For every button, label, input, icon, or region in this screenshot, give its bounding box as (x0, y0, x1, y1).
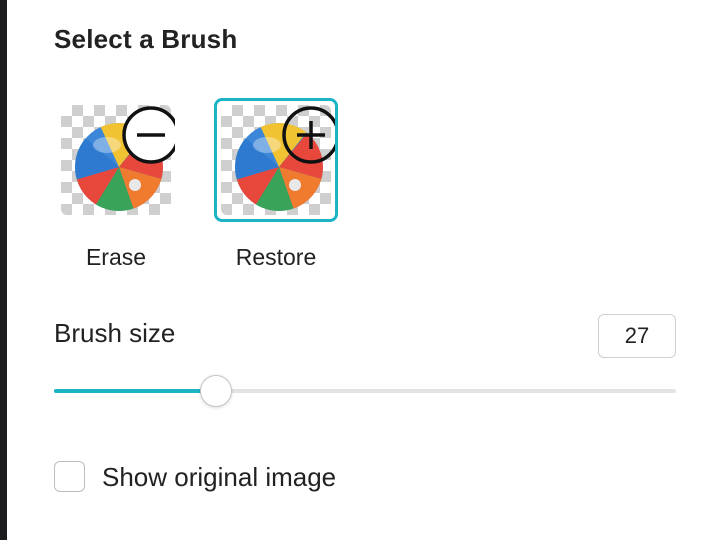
brush-size-slider[interactable] (54, 374, 676, 408)
plus-circle-icon (282, 106, 335, 164)
erase-brush-option[interactable]: Erase (48, 94, 180, 284)
restore-brush-label: Restore (235, 244, 317, 270)
brush-panel: Select a Brush Erase Restore Brush size … (54, 0, 676, 540)
show-original-label: Show original image (102, 462, 337, 492)
restore-brush-thumbnail[interactable] (214, 98, 338, 222)
left-edge-bar (0, 0, 7, 540)
erase-brush-thumbnail[interactable] (54, 98, 178, 222)
brush-size-label: Brush size (54, 318, 176, 348)
restore-brush-option[interactable]: Restore (208, 94, 340, 284)
slider-thumb[interactable] (200, 375, 232, 407)
minus-circle-icon (122, 106, 175, 164)
slider-fill (54, 389, 216, 393)
section-title: Select a Brush (54, 24, 238, 54)
show-original-checkbox[interactable] (54, 461, 85, 492)
brush-size-input[interactable] (598, 314, 676, 358)
erase-brush-label: Erase (85, 244, 147, 270)
